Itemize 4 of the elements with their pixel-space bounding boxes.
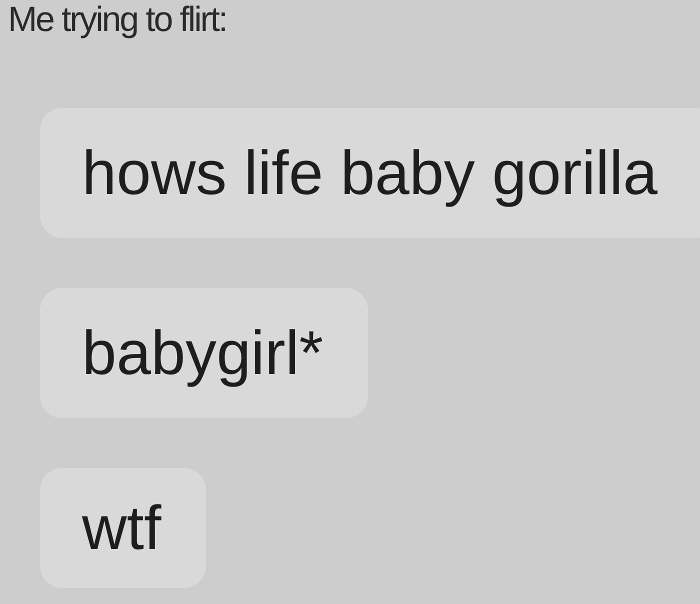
message-bubble: hows life baby gorilla xyxy=(40,108,700,238)
message-bubble: babygirl* xyxy=(40,288,368,418)
message-bubble: wtf xyxy=(40,468,206,588)
caption-text: Me trying to flirt: xyxy=(7,0,227,40)
